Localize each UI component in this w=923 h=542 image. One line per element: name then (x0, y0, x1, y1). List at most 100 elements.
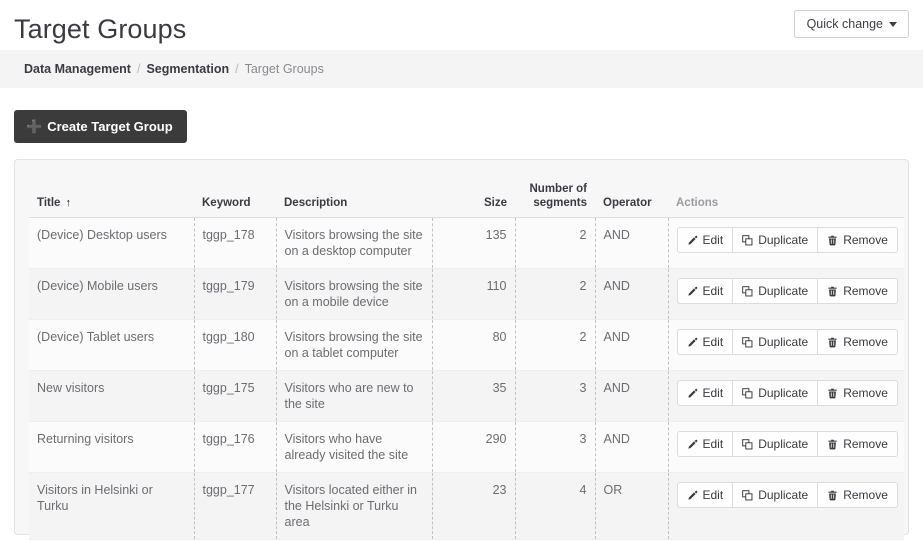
duplicate-button[interactable]: Duplicate (733, 380, 819, 406)
duplicate-label: Duplicate (758, 284, 809, 298)
cell-actions: Edit Duplicate Remove (668, 268, 904, 320)
copy-icon (742, 336, 753, 348)
cell-keyword: tggp_176 (194, 421, 277, 473)
cell-number-of-segments: 4 (515, 472, 596, 540)
remove-button[interactable]: Remove (818, 227, 898, 253)
duplicate-button[interactable]: Duplicate (733, 278, 819, 304)
pencil-icon (687, 388, 698, 399)
cell-title: Returning visitors (29, 421, 195, 473)
cell-number-of-segments: 2 (515, 268, 596, 320)
target-groups-table: Title ↑ Keyword Description Size Number o… (29, 178, 904, 540)
copy-icon (742, 285, 753, 297)
target-groups-panel: Title ↑ Keyword Description Size Number o… (14, 159, 909, 540)
edit-button[interactable]: Edit (676, 431, 734, 457)
remove-button[interactable]: Remove (818, 380, 898, 406)
row-action-group: Edit Duplicate Remove (676, 482, 898, 508)
duplicate-label: Duplicate (758, 233, 809, 247)
remove-label: Remove (843, 437, 888, 451)
cell-size: 80 (432, 319, 516, 371)
duplicate-button[interactable]: Duplicate (733, 227, 819, 253)
edit-button[interactable]: Edit (676, 329, 734, 355)
column-header-actions: Actions (668, 178, 904, 218)
breadcrumb: Data Management / Segmentation / Target Grou… (0, 50, 923, 88)
column-header-operator[interactable]: Operator (595, 178, 668, 218)
row-action-group: Edit Duplicate Remove (676, 380, 898, 406)
cell-number-of-segments: 3 (515, 370, 596, 422)
cell-operator: OR (595, 472, 669, 540)
row-action-group: Edit Duplicate Remove (676, 431, 898, 457)
column-header-title[interactable]: Title ↑ (29, 178, 194, 218)
segments-label-line2: segments (533, 197, 587, 209)
pencil-icon (687, 439, 698, 450)
create-target-group-button[interactable]: ➕ Create Target Group (14, 110, 187, 143)
table-header: Title ↑ Keyword Description Size Number o… (29, 178, 904, 218)
remove-button[interactable]: Remove (818, 482, 898, 508)
cell-keyword: tggp_178 (194, 217, 277, 269)
table-row: Visitors in Helsinki or Turku tggp_177 Vis… (29, 472, 904, 540)
trash-icon (827, 235, 838, 246)
breadcrumb-item-segmentation[interactable]: Segmentation (146, 62, 229, 76)
column-header-number-of-segments[interactable]: Number of segments (515, 178, 595, 218)
cell-size: 135 (432, 217, 516, 269)
cell-keyword: tggp_179 (194, 268, 277, 320)
cell-description: Visitors browsing the site on a tablet c… (276, 319, 433, 371)
remove-button[interactable]: Remove (818, 278, 898, 304)
duplicate-button[interactable]: Duplicate (733, 431, 819, 457)
pencil-icon (687, 490, 698, 501)
column-header-keyword[interactable]: Keyword (194, 178, 276, 218)
breadcrumb-item-data-management[interactable]: Data Management (24, 62, 131, 76)
cell-actions: Edit Duplicate Remove (668, 217, 904, 269)
duplicate-button[interactable]: Duplicate (733, 329, 819, 355)
edit-button[interactable]: Edit (676, 380, 734, 406)
duplicate-label: Duplicate (758, 488, 809, 502)
cell-operator: AND (595, 370, 669, 422)
cell-number-of-segments: 2 (515, 319, 596, 371)
cell-size: 110 (432, 268, 516, 320)
cell-keyword: tggp_175 (194, 370, 277, 422)
edit-button[interactable]: Edit (676, 278, 734, 304)
remove-button[interactable]: Remove (818, 431, 898, 457)
cell-actions: Edit Duplicate Remove (668, 472, 904, 540)
edit-button[interactable]: Edit (676, 227, 734, 253)
edit-button[interactable]: Edit (676, 482, 734, 508)
quick-change-button[interactable]: Quick change (793, 10, 909, 38)
cell-title: (Device) Desktop users (29, 217, 195, 269)
toolbar: ➕ Create Target Group (0, 88, 923, 143)
edit-label: Edit (702, 233, 724, 247)
table-row: New visitors tggp_175 Visitors who are new… (29, 370, 904, 422)
copy-icon (742, 234, 753, 246)
cell-operator: AND (595, 319, 669, 371)
cell-operator: AND (595, 217, 669, 269)
remove-label: Remove (843, 233, 888, 247)
cell-size: 35 (432, 370, 516, 422)
duplicate-button[interactable]: Duplicate (733, 482, 819, 508)
column-header-description[interactable]: Description (276, 178, 432, 218)
cell-keyword: tggp_177 (194, 472, 277, 540)
cell-title: (Device) Tablet users (29, 319, 195, 371)
copy-icon (742, 489, 753, 501)
duplicate-label: Duplicate (758, 386, 809, 400)
table-body: (Device) Desktop users tggp_178 Visitors b… (29, 217, 904, 540)
column-header-size[interactable]: Size (432, 178, 515, 218)
breadcrumb-separator: / (136, 62, 141, 76)
pencil-icon (687, 235, 698, 246)
table-row: (Device) Tablet users tggp_180 Visitors br… (29, 319, 904, 371)
copy-icon (742, 387, 753, 399)
page-title: Target Groups (14, 14, 187, 44)
cell-keyword: tggp_180 (194, 319, 277, 371)
pencil-icon (687, 286, 698, 297)
cell-title: New visitors (29, 370, 195, 422)
cell-description: Visitors browsing the site on a mobile d… (276, 268, 433, 320)
edit-label: Edit (702, 437, 724, 451)
duplicate-label: Duplicate (758, 437, 809, 451)
breadcrumb-item-target-groups: Target Groups (244, 62, 324, 76)
cell-size: 290 (432, 421, 516, 473)
remove-button[interactable]: Remove (818, 329, 898, 355)
remove-label: Remove (843, 335, 888, 349)
edit-label: Edit (702, 284, 724, 298)
trash-icon (827, 490, 838, 501)
cell-operator: AND (595, 421, 669, 473)
cell-actions: Edit Duplicate Remove (668, 319, 904, 371)
cell-description: Visitors who have already visited the si… (276, 421, 433, 473)
table-row: (Device) Desktop users tggp_178 Visitors b… (29, 217, 904, 269)
